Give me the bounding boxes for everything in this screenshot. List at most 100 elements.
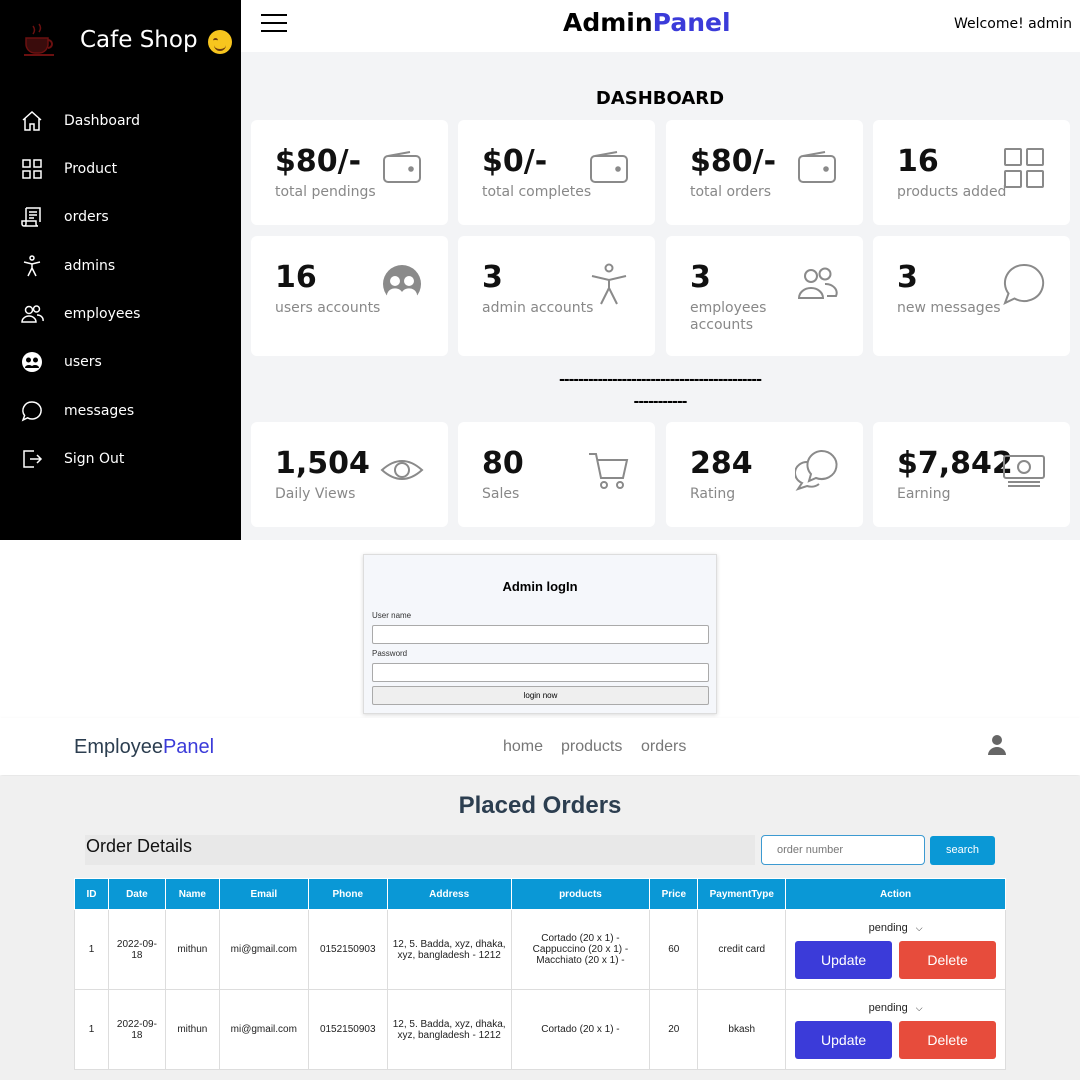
- money-icon: [1003, 455, 1045, 487]
- sidebar-item-product[interactable]: Product: [20, 156, 117, 182]
- sidebar-item-label: orders: [64, 209, 109, 225]
- admin-panel: Cafe Shop Dashboard Product orders admin…: [0, 0, 1080, 540]
- column-header: Price: [649, 878, 699, 910]
- receipt-icon: [21, 207, 41, 227]
- admin-login-form: Admin logIn User name Password login now: [363, 554, 717, 714]
- nav-orders[interactable]: orders: [641, 738, 686, 756]
- search-button[interactable]: search: [930, 836, 995, 865]
- sidebar-item-users[interactable]: users: [20, 349, 102, 375]
- user-icon[interactable]: [987, 734, 1007, 756]
- employee-logo[interactable]: EmployeePanel: [74, 736, 214, 759]
- stat-value: $0/-: [482, 144, 548, 179]
- column-header: PaymentType: [697, 878, 787, 910]
- divider-dashes: ----------------------------------------…: [520, 369, 800, 413]
- username-field[interactable]: [372, 625, 709, 644]
- cell-price: 20: [649, 989, 699, 1070]
- status-value: pending: [868, 921, 908, 934]
- nav-products[interactable]: products: [561, 738, 622, 756]
- cell-payment: bkash: [697, 989, 787, 1070]
- title-accent: Panel: [652, 8, 731, 37]
- status-select[interactable]: pending ⌵: [864, 1000, 927, 1015]
- cell-name: mithun: [164, 989, 220, 1070]
- sidebar-item-employees[interactable]: employees: [20, 301, 140, 327]
- stat-card-total-orders: $80/- total orders: [666, 120, 863, 225]
- sidebar-item-dashboard[interactable]: Dashboard: [20, 108, 140, 134]
- people-icon: [21, 305, 44, 323]
- wallet-icon: [590, 151, 628, 183]
- stat-card-new-messages: 3 new messages: [873, 236, 1070, 356]
- cell-products: Cortado (20 x 1) -: [510, 989, 651, 1070]
- people-icon: [797, 267, 838, 299]
- column-header: Date: [107, 878, 166, 910]
- login-title: Admin logIn: [502, 579, 578, 594]
- page-title: AdminPanel: [563, 8, 731, 37]
- logout-icon: [23, 450, 43, 468]
- sidebar-item-orders[interactable]: orders: [20, 204, 109, 230]
- column-header: products: [510, 878, 651, 910]
- delete-button[interactable]: Delete: [899, 1020, 997, 1059]
- table-row: 1 2022-09-18 mithun mi@gmail.com 0152150…: [74, 989, 1006, 1070]
- password-label: Password: [372, 649, 408, 658]
- status-select[interactable]: pending ⌵: [864, 920, 927, 935]
- divider-line: ----------------------------------------…: [558, 372, 762, 388]
- metric-card-rating: 284 Rating: [666, 422, 863, 527]
- delete-button[interactable]: Delete: [899, 940, 997, 979]
- stat-card-products-added: 16 products added: [873, 120, 1070, 225]
- home-icon: [22, 110, 42, 131]
- column-header: Phone: [307, 878, 388, 910]
- wallet-icon: [383, 151, 421, 183]
- order-details-label: Order Details: [86, 836, 193, 856]
- metric-card-earning: $7,842 Earning: [873, 422, 1070, 527]
- column-header: Address: [386, 878, 512, 910]
- cell-address: 12, 5. Badda, xyz, dhaka, xyz, banglades…: [386, 989, 512, 1070]
- logo-accent: Panel: [162, 736, 215, 758]
- chat-icon: [21, 401, 42, 422]
- username-label: User name: [372, 611, 412, 620]
- hamburger-menu-icon[interactable]: [261, 14, 287, 34]
- metric-value: 284: [690, 446, 753, 481]
- sidebar-item-label: Dashboard: [64, 113, 140, 129]
- stat-value: 3: [897, 260, 918, 295]
- sidebar-item-label: admins: [64, 258, 116, 274]
- stat-value: $80/-: [275, 144, 362, 179]
- sidebar: Cafe Shop Dashboard Product orders admin…: [0, 0, 241, 540]
- chevron-down-icon: ⌵: [915, 922, 923, 933]
- update-button[interactable]: Update: [795, 1020, 893, 1059]
- nav-home[interactable]: home: [503, 738, 543, 756]
- welcome-text: Welcome! admin: [954, 16, 1072, 32]
- sidebar-item-label: Sign Out: [64, 451, 125, 467]
- users-icon: [383, 265, 421, 304]
- stat-card-admin-accounts: 3 admin accounts: [458, 236, 655, 356]
- yum-emoji-icon: [207, 30, 232, 54]
- stat-value: 16: [275, 260, 317, 295]
- order-search-input[interactable]: order number: [761, 835, 925, 865]
- stat-card-employees-accounts: 3 employees accounts: [666, 236, 863, 356]
- sidebar-item-messages[interactable]: messages: [20, 398, 134, 424]
- grid-icon: [22, 159, 42, 179]
- table-header-row: ID Date Name Email Phone Address product…: [74, 878, 1006, 910]
- top-bar: AdminPanel Welcome! admin: [241, 0, 1080, 52]
- status-value: pending: [868, 1001, 908, 1014]
- cell-products: Cortado (20 x 1) - Cappuccino (20 x 1) -…: [510, 909, 651, 990]
- login-button[interactable]: login now: [372, 686, 709, 705]
- sidebar-item-label: messages: [64, 403, 135, 419]
- wallet-icon: [798, 151, 836, 183]
- grid-icon: [1004, 148, 1044, 188]
- update-button[interactable]: Update: [795, 940, 893, 979]
- logo-main: Employee: [74, 736, 163, 758]
- sidebar-item-label: Product: [64, 161, 118, 177]
- cell-name: mithun: [164, 909, 220, 990]
- sidebar-item-admins[interactable]: admins: [20, 253, 115, 279]
- stat-value: $80/-: [690, 144, 777, 179]
- sidebar-item-label: employees: [64, 306, 141, 322]
- user-circle-icon: [22, 352, 42, 372]
- password-field[interactable]: [372, 663, 709, 682]
- cell-phone: 0152150903: [307, 989, 388, 1070]
- coffee-cup-icon: [24, 23, 54, 56]
- column-header: Email: [218, 878, 309, 910]
- order-details-bar: Order Details: [85, 835, 755, 865]
- brand: Cafe Shop: [20, 12, 232, 68]
- page-title: Placed Orders: [458, 792, 622, 819]
- sidebar-item-sign-out[interactable]: Sign Out: [20, 446, 124, 472]
- column-header: Name: [164, 878, 220, 910]
